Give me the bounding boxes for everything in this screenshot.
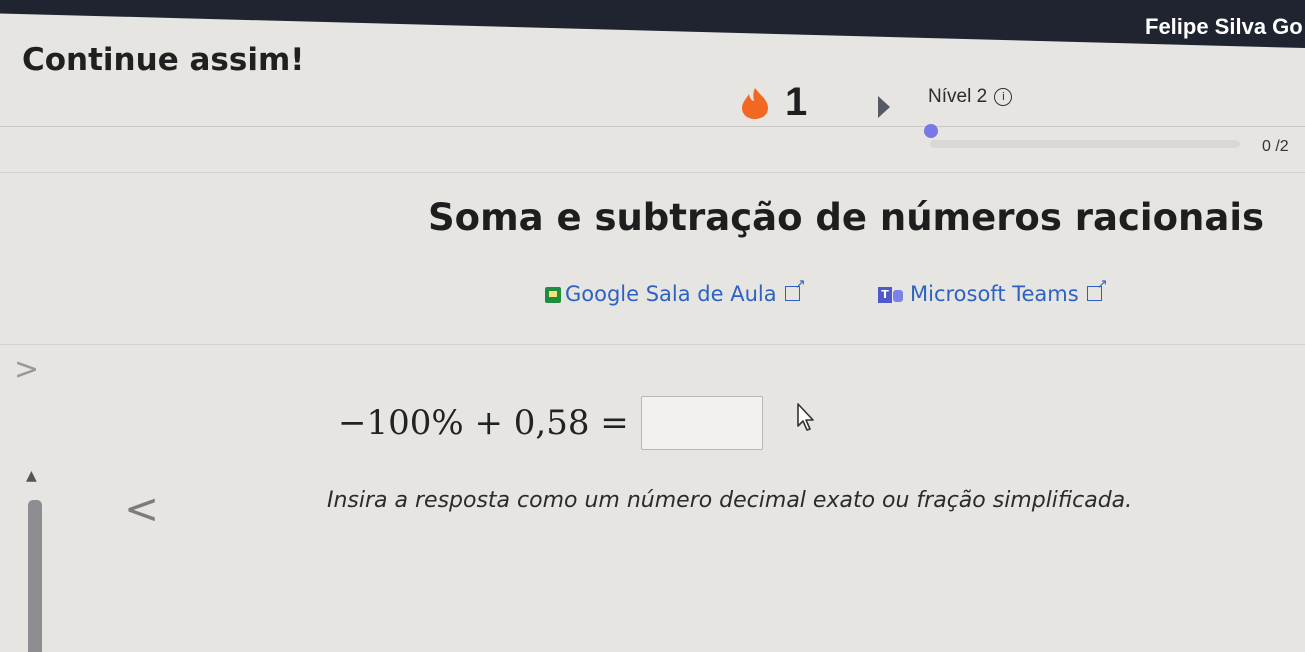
exercise-title: Soma e subtração de números racionais	[428, 196, 1265, 239]
scroll-up-icon[interactable]: ▲	[26, 468, 37, 484]
streak-count: 1	[785, 80, 808, 124]
progress-dot	[924, 124, 938, 138]
progress-text: 0 /2	[1262, 138, 1289, 155]
user-name[interactable]: Felipe Silva Go	[1145, 14, 1305, 40]
level-label: Nível 2	[928, 86, 988, 107]
progress-divider	[0, 172, 1305, 173]
level-indicator: Nível 2 i	[928, 86, 1013, 108]
answer-input[interactable]	[640, 396, 763, 450]
google-classroom-icon	[545, 287, 561, 303]
microsoft-teams-label: Microsoft Teams	[910, 282, 1079, 306]
microsoft-teams-icon	[878, 287, 904, 303]
answer-hint: Insira a resposta como um número decimal…	[327, 488, 1133, 513]
scrollbar-thumb[interactable]	[28, 500, 42, 652]
google-classroom-link[interactable]: Google Sala de Aula	[545, 277, 806, 306]
equation-text: −100% + 0,58 =	[338, 403, 629, 443]
google-classroom-label: Google Sala de Aula	[565, 282, 777, 306]
content-divider	[0, 344, 1305, 345]
external-link-icon	[1086, 277, 1108, 301]
equation: −100% + 0,58 =	[338, 396, 763, 450]
encouragement-message: Continue assim!	[22, 42, 305, 78]
microsoft-teams-link[interactable]: Microsoft Teams	[878, 277, 1108, 306]
progress-track	[930, 140, 1240, 148]
sidebar-expand-icon[interactable]: >	[14, 352, 39, 387]
play-arrow-icon[interactable]	[878, 96, 890, 118]
info-icon[interactable]: i	[994, 87, 1013, 106]
external-link-icon	[784, 277, 806, 301]
top-bar	[0, 0, 1305, 48]
previous-arrow-icon[interactable]: <	[124, 484, 159, 533]
mouse-cursor-icon	[797, 403, 814, 431]
flame-icon	[742, 88, 768, 119]
header-divider	[0, 126, 1305, 127]
